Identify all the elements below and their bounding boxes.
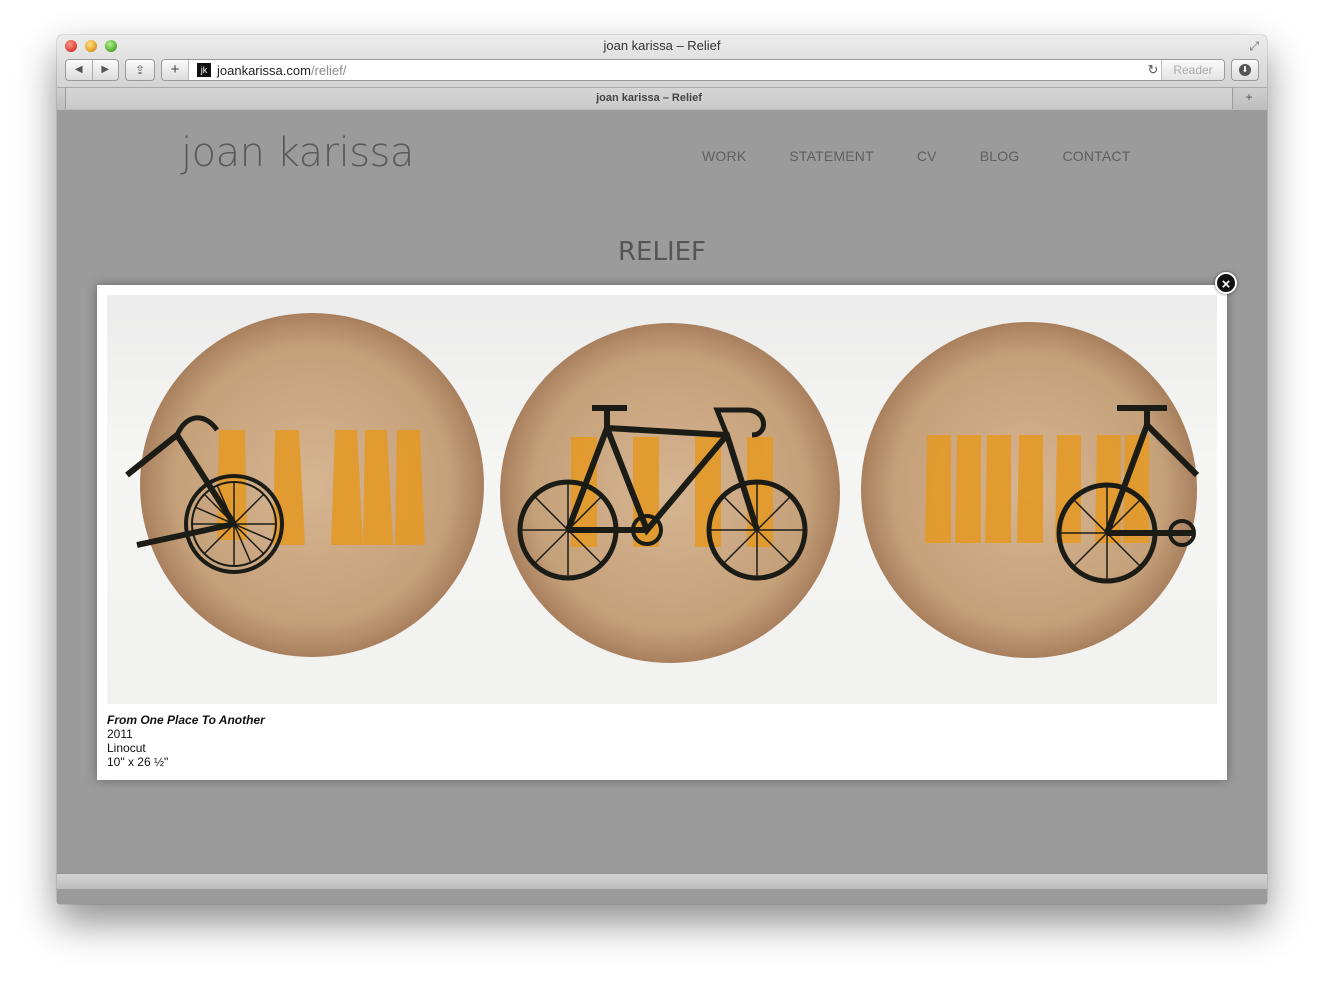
nav-blog[interactable]: BLOG — [980, 148, 1020, 164]
address-bar[interactable]: + jk joankarissa.com/relief/ ↻ Reader — [161, 59, 1225, 81]
back-forward-buttons: ◀ ▶ — [65, 59, 119, 81]
site-favicon-icon: jk — [197, 63, 211, 77]
download-icon: ⬇ — [1239, 64, 1251, 76]
close-lightbox-icon[interactable]: × — [1215, 272, 1237, 294]
lightbox: From One Place To Another 2011 Linocut 1… — [97, 285, 1227, 780]
artwork-year: 2011 — [107, 727, 133, 741]
print-disc-left — [125, 313, 484, 657]
url-field[interactable]: joankarissa.com/relief/ — [217, 63, 1145, 78]
status-bar — [57, 873, 1267, 889]
reload-icon[interactable]: ↻ — [1145, 62, 1161, 78]
artwork-size: 10" x 26 ½" — [107, 755, 169, 769]
nav-contact[interactable]: CONTACT — [1062, 148, 1130, 164]
bicycle-linocut-icon — [125, 313, 1200, 663]
artwork-title: From One Place To Another — [107, 713, 265, 727]
reader-button[interactable]: Reader — [1161, 60, 1224, 80]
artwork-caption: From One Place To Another 2011 Linocut 1… — [107, 713, 265, 769]
forward-button[interactable]: ▶ — [93, 60, 119, 80]
print-disc-center — [500, 323, 840, 663]
downloads-button[interactable]: ⬇ — [1231, 59, 1259, 81]
title-bar: joan karissa – Relief ⤢ ◀ ▶ ⇪ + jk joank… — [57, 35, 1267, 88]
new-tab-button[interactable]: + — [1239, 90, 1259, 106]
url-path: /relief/ — [310, 62, 347, 78]
fullscreen-icon[interactable]: ⤢ — [1249, 39, 1259, 54]
tab-bar: joan karissa – Relief + — [57, 88, 1267, 111]
nav-cv[interactable]: CV — [917, 148, 937, 164]
url-domain: joankarissa.com — [217, 62, 311, 78]
nav-statement[interactable]: STATEMENT — [789, 148, 874, 164]
share-button[interactable]: ⇪ — [125, 59, 155, 81]
site-nav: WORK STATEMENT CV BLOG CONTACT — [702, 148, 1173, 164]
print-disc-right — [861, 322, 1200, 658]
active-tab[interactable]: joan karissa – Relief — [65, 88, 1233, 109]
artwork-medium: Linocut — [107, 741, 146, 755]
add-bookmark-button[interactable]: + — [162, 60, 189, 80]
window-title: joan karissa – Relief — [603, 38, 721, 53]
artwork-image[interactable] — [107, 295, 1217, 704]
site-logo[interactable]: joan karissa — [181, 130, 414, 176]
nav-work[interactable]: WORK — [702, 148, 746, 164]
back-button[interactable]: ◀ — [66, 60, 93, 80]
page-title: RELIEF — [617, 237, 707, 267]
